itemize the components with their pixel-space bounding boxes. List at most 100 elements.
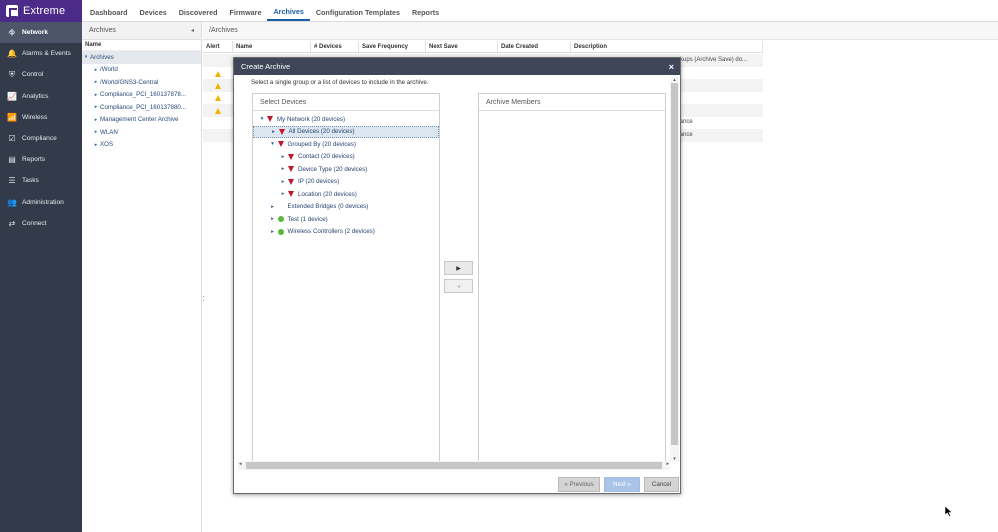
expand-arrow-icon[interactable]: ▸ xyxy=(278,179,288,185)
status-down-icon xyxy=(288,191,294,198)
device-tree-label: All Devices (20 devices) xyxy=(288,128,355,136)
collapse-arrow-icon[interactable]: ▾ xyxy=(257,116,267,122)
device-tree-node[interactable]: ▸ Contact (20 devices) xyxy=(253,151,439,164)
device-tree-node[interactable]: ▾ Grouped By (20 devices) xyxy=(253,138,439,151)
dialog-title: Create Archive xyxy=(241,62,291,71)
grid-header-alert[interactable]: Alert xyxy=(203,41,233,52)
sidebar-item-analytics[interactable]: 📈 Analytics xyxy=(0,86,82,107)
status-down-icon xyxy=(288,166,294,173)
sidebar-item-wireless[interactable]: 📶 Wireless xyxy=(0,107,82,128)
device-tree-node[interactable]: ▸ Extended Bridges (0 devices) xyxy=(253,201,439,214)
status-up-icon xyxy=(277,216,284,223)
device-tree-label: Test (1 device) xyxy=(287,215,328,223)
grid-header-devices[interactable]: # Devices xyxy=(311,41,359,52)
expand-arrow-icon[interactable]: ▸ xyxy=(92,129,100,135)
sidebar-item-administration[interactable]: 👥 Administration xyxy=(0,192,82,213)
status-none-icon xyxy=(278,204,284,210)
arrow-left-icon: ◂ xyxy=(456,283,460,290)
scroll-right-icon[interactable]: ▸ xyxy=(666,461,669,467)
tab-devices[interactable]: Devices xyxy=(134,0,173,21)
expand-arrow-icon[interactable]: ▸ xyxy=(269,129,279,135)
panel-splitter-handle[interactable] xyxy=(202,295,205,303)
device-tree-node[interactable]: ▸ Location (20 devices) xyxy=(253,188,439,201)
sidebar-item-label: Administration xyxy=(22,198,64,206)
collapse-arrow-icon[interactable]: ▾ xyxy=(268,141,278,147)
tab-archives[interactable]: Archives xyxy=(267,0,310,21)
device-tree-node[interactable]: ▸ IP (20 devices) xyxy=(253,176,439,189)
expand-arrow-icon[interactable]: ▸ xyxy=(92,142,100,148)
tab-reports[interactable]: Reports xyxy=(406,0,445,21)
tab-configuration-templates[interactable]: Configuration Templates xyxy=(310,0,406,21)
grid-description-cell: ckups (Archive Save) do... xyxy=(677,57,748,63)
expand-arrow-icon[interactable]: ▸ xyxy=(278,154,288,160)
sidebar-item-connect[interactable]: ⇄ Connect xyxy=(0,213,82,234)
sidebar-item-label: Tasks xyxy=(22,177,39,185)
expand-arrow-icon[interactable]: ▸ xyxy=(268,216,278,222)
cancel-button[interactable]: Cancel xyxy=(644,477,679,492)
tab-dashboard[interactable]: Dashboard xyxy=(84,0,134,21)
collapse-panel-icon[interactable]: ◂ xyxy=(191,27,194,34)
expand-arrow-icon[interactable]: ▸ xyxy=(92,67,100,73)
archives-panel-header: Archives ◂ xyxy=(82,22,201,40)
archive-tree-item[interactable]: ▸ WLAN xyxy=(82,126,201,139)
device-tree-node[interactable]: ▸ Test (1 device) xyxy=(253,213,439,226)
expand-arrow-icon[interactable]: ▾ xyxy=(82,54,90,60)
sidebar-item-control[interactable]: ⛨ Control xyxy=(0,64,82,85)
archive-tree-item[interactable]: ▸ Compliance_PCI_160137880... xyxy=(82,101,201,114)
sidebar-item-tasks[interactable]: ☰ Tasks xyxy=(0,170,82,191)
expand-arrow-icon[interactable]: ▸ xyxy=(92,92,100,98)
grid-header-description[interactable]: Description xyxy=(571,41,763,52)
horizontal-scrollbar[interactable]: ◂ ▸ xyxy=(238,461,670,470)
report-icon: ▤ xyxy=(8,155,16,165)
close-icon[interactable]: × xyxy=(669,62,674,72)
grid-header-next-save[interactable]: Next Save xyxy=(426,41,498,52)
archive-tree-item[interactable]: ▸/World xyxy=(82,64,201,77)
brand-logo[interactable]: Extreme xyxy=(0,0,82,22)
archive-tree-label: Compliance_PCI_160137880... xyxy=(100,103,186,111)
grid-header-date-created[interactable]: Date Created xyxy=(498,41,571,52)
sidebar-item-alarms-events[interactable]: 🔔 Alarms & Events xyxy=(0,43,82,64)
select-devices-pane: Select Devices ▾ My Network (20 devices) ▸… xyxy=(252,93,440,465)
network-icon: ⛗ xyxy=(8,27,16,37)
sidebar-item-label: Alarms & Events xyxy=(22,50,71,58)
archives-root-item[interactable]: ▾ Archives xyxy=(82,51,201,64)
expand-arrow-icon[interactable]: ▸ xyxy=(92,104,100,110)
grid-header-name[interactable]: Name xyxy=(233,41,311,52)
expand-arrow-icon[interactable]: ▸ xyxy=(278,166,288,172)
scroll-down-icon[interactable]: ▾ xyxy=(670,456,679,462)
sidebar-item-reports[interactable]: ▤ Reports xyxy=(0,149,82,170)
sidebar-item-label: Connect xyxy=(22,219,47,227)
archive-members-pane: Archive Members xyxy=(478,93,666,465)
expand-arrow-icon[interactable]: ▸ xyxy=(268,229,278,235)
grid-header-save-frequency[interactable]: Save Frequency xyxy=(359,41,426,52)
archive-tree-item[interactable]: ▸/World/GNS3-Central xyxy=(82,76,201,89)
vertical-scrollbar[interactable]: ▴ ▾ xyxy=(670,77,679,462)
next-button[interactable]: Next » xyxy=(604,477,640,492)
archive-tree-item[interactable]: ▸ XOS xyxy=(82,139,201,152)
archive-tree-item[interactable]: ▸ Compliance_PCI_160137878... xyxy=(82,89,201,102)
archive-tree-label: XOS xyxy=(100,141,114,149)
expand-arrow-icon[interactable]: ▸ xyxy=(268,204,278,210)
scrollbar-thumb[interactable] xyxy=(246,462,662,469)
sidebar-item-compliance[interactable]: ☑ Compliance xyxy=(0,128,82,149)
device-tree-node[interactable]: ▾ My Network (20 devices) xyxy=(253,113,439,126)
users-icon: 👥 xyxy=(7,197,17,207)
tab-firmware[interactable]: Firmware xyxy=(224,0,268,21)
scroll-left-icon[interactable]: ◂ xyxy=(239,461,242,467)
device-tree-node[interactable]: ▸ Wireless Controllers (2 devices) xyxy=(253,226,439,239)
archive-tree-item[interactable]: ▸ Management Center Archive xyxy=(82,114,201,127)
archive-members-header: Archive Members xyxy=(479,94,665,111)
device-tree-node[interactable]: ▸ All Devices (20 devices) xyxy=(253,125,439,138)
add-to-archive-button[interactable]: ▶ xyxy=(444,261,473,275)
device-tree-node[interactable]: ▸ Device Type (20 devices) xyxy=(253,163,439,176)
archives-name-column-header[interactable]: Name xyxy=(82,40,201,51)
previous-button[interactable]: « Previous xyxy=(558,477,600,492)
sidebar-item-network[interactable]: ⛗ Network xyxy=(0,22,82,44)
expand-arrow-icon[interactable]: ▸ xyxy=(278,191,288,197)
remove-from-archive-button[interactable]: ◂ xyxy=(444,279,473,293)
archive-tree-label: Compliance_PCI_160137878... xyxy=(100,91,186,99)
expand-arrow-icon[interactable]: ▸ xyxy=(92,79,100,85)
expand-arrow-icon[interactable]: ▸ xyxy=(92,117,100,123)
tab-discovered[interactable]: Discovered xyxy=(173,0,224,21)
scrollbar-thumb[interactable] xyxy=(671,83,678,445)
